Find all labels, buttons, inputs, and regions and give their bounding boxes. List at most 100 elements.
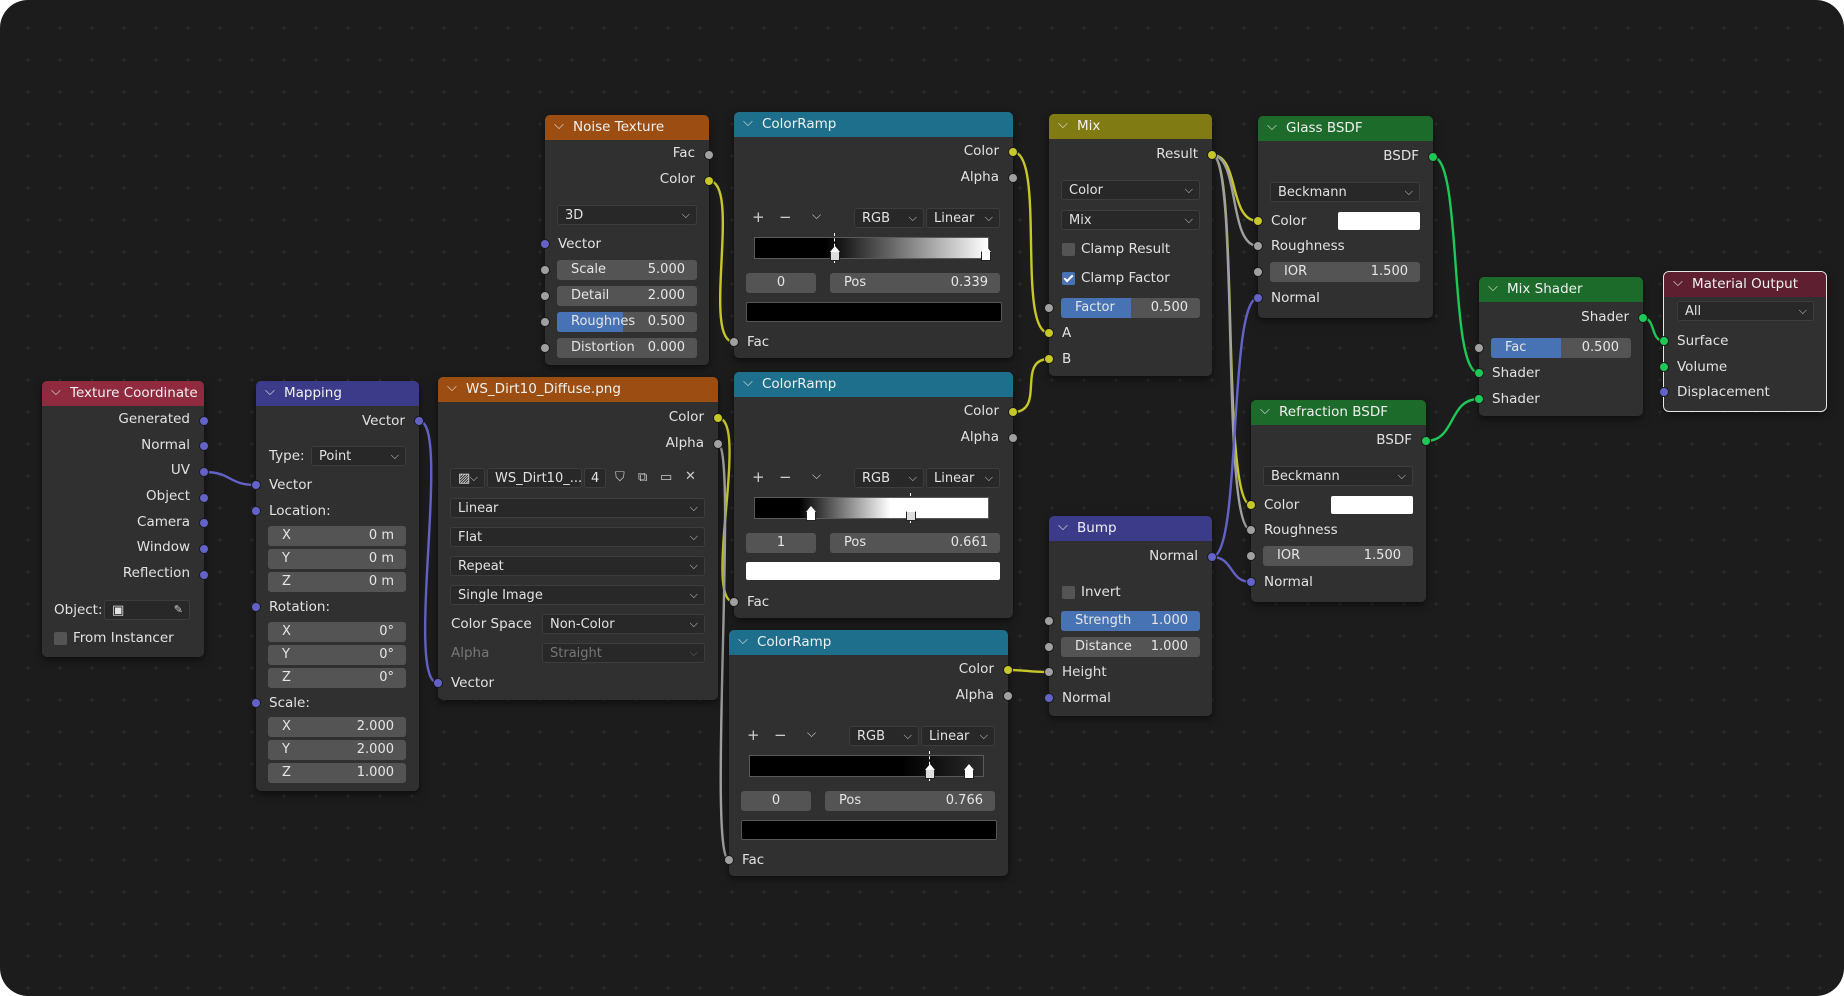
node-header[interactable]: ⌵ WS_Dirt10_Diffuse.png [438,377,718,402]
interpolation-dropdown[interactable]: Linear ⌵ [921,726,995,746]
socket-displacement[interactable] [1659,387,1669,397]
colorramp-node-2[interactable]: ⌵ ColorRamp Color Alpha + − ⌵ RGB ⌵ Linea… [729,372,1018,618]
socket-scale[interactable] [251,698,261,708]
socket-strength[interactable] [1044,616,1054,626]
socket-color[interactable] [1246,500,1256,510]
socket-vector-in[interactable] [433,678,443,688]
node-header[interactable]: ⌵ Noise Texture [545,115,709,140]
projection-dropdown[interactable]: Flat ⌵ [450,527,705,547]
socket-reflection[interactable] [199,570,209,580]
socket-height[interactable] [1044,667,1054,677]
node-editor[interactable]: ⌵ Texture Coordinate Generated Normal UV… [0,0,1844,996]
stop-color-swatch[interactable] [746,562,1000,580]
collapse-chevron-icon[interactable]: ⌵ [1058,519,1068,534]
collapse-chevron-icon[interactable]: ⌵ [738,633,748,648]
invert-checkbox[interactable] [1062,586,1075,599]
interpolation-dropdown[interactable]: Linear ⌵ [926,468,1000,488]
socket-surface[interactable] [1659,336,1669,346]
socket-location[interactable] [251,506,261,516]
strength-field[interactable]: Strength 1.000 [1061,611,1200,631]
collapse-chevron-icon[interactable]: ⌵ [554,118,564,133]
ramp-menu-chevron-icon[interactable]: ⌵ [812,208,821,223]
color-swatch[interactable] [1331,496,1413,514]
socket-bsdf-out[interactable] [1428,152,1438,162]
add-stop-button[interactable]: + [752,208,765,226]
socket-bsdf-out[interactable] [1421,436,1431,446]
socket-color[interactable] [1253,216,1263,226]
collapse-chevron-icon[interactable]: ⌵ [1267,119,1277,134]
socket-generated[interactable] [199,416,209,426]
scale-x-field[interactable]: X 2.000 [268,717,406,737]
refraction-bsdf-node[interactable]: ⌵ Refraction BSDF BSDF Beckmann ⌵ Color R… [1246,400,1431,602]
collapse-chevron-icon[interactable]: ⌵ [51,384,61,399]
color-space-dropdown[interactable]: Non-Color ⌵ [542,614,705,634]
socket-vector-out[interactable] [414,416,424,426]
socket-camera[interactable] [199,518,209,528]
mix-shader-node[interactable]: ⌵ Mix Shader Shader Fac 0.500 Shader Shad… [1474,277,1648,416]
socket-distortion[interactable] [540,343,550,353]
socket-roughness[interactable] [1253,241,1263,251]
socket-fac[interactable] [1474,343,1484,353]
stop-position-field[interactable]: Pos 0.661 [830,533,1000,553]
socket-normal-out[interactable] [1207,552,1217,562]
collapse-chevron-icon[interactable]: ⌵ [743,375,753,390]
image-texture-node[interactable]: ⌵ WS_Dirt10_Diffuse.png Color Alpha ▨ ⌵ W… [433,377,723,700]
socket-fac-in[interactable] [729,337,739,347]
socket-roughness[interactable] [1246,525,1256,535]
node-header[interactable]: ⌵ Glass BSDF [1258,116,1433,141]
object-picker[interactable]: ▣ ✎ [104,600,190,620]
detail-field[interactable]: Detail 2.000 [557,286,697,306]
color-ramp-gradient[interactable] [749,755,984,777]
socket-vector-in[interactable] [540,239,550,249]
scale-y-field[interactable]: Y 2.000 [268,740,406,760]
stop-color-swatch[interactable] [741,820,997,840]
colorramp-node-1[interactable]: ⌵ ColorRamp Color Alpha + − ⌵ RGB ⌵ Linea… [729,112,1018,358]
colorramp-node-3[interactable]: ⌵ ColorRamp Color Alpha + − ⌵ RGB ⌵ Linea… [724,630,1013,876]
socket-detail[interactable] [540,291,550,301]
socket-fac-in[interactable] [724,855,734,865]
scale-z-field[interactable]: Z 1.000 [268,763,406,783]
clamp-factor-checkbox[interactable] [1062,272,1075,285]
socket-color-out[interactable] [713,413,723,423]
collapse-chevron-icon[interactable]: ⌵ [1058,117,1068,132]
rotation-y-field[interactable]: Y 0° [268,645,406,665]
color-swatch[interactable] [1338,212,1420,230]
interpolation-dropdown[interactable]: Linear ⌵ [450,498,705,518]
ior-field[interactable]: IOR 1.500 [1263,546,1413,566]
dimensions-dropdown[interactable]: 3D ⌵ [557,205,697,225]
socket-a[interactable] [1044,328,1054,338]
socket-factor[interactable] [1044,303,1054,313]
rotation-z-field[interactable]: Z 0° [268,668,406,688]
distortion-field[interactable]: Distortion 0.000 [557,338,697,358]
open-folder-icon[interactable]: ▭ [660,470,672,485]
image-name-field[interactable]: WS_Dirt10_... [487,468,582,488]
socket-alpha-out[interactable] [1003,691,1013,701]
scale-field[interactable]: Scale 5.000 [557,260,697,280]
add-stop-button[interactable]: + [747,726,760,744]
socket-distance[interactable] [1044,642,1054,652]
socket-rotation[interactable] [251,602,261,612]
socket-fac-out[interactable] [704,150,714,160]
image-browse-button[interactable]: ▨ ⌵ [450,468,485,488]
color-mode-dropdown[interactable]: RGB ⌵ [849,726,919,746]
stop-index-field[interactable]: 0 [741,791,811,811]
remove-stop-button[interactable]: − [774,726,787,744]
collapse-chevron-icon[interactable]: ⌵ [743,115,753,130]
node-header[interactable]: ⌵ Mix [1049,114,1212,139]
node-header[interactable]: ⌵ Mapping [256,381,419,406]
remove-stop-button[interactable]: − [779,208,792,226]
socket-alpha-out[interactable] [1008,173,1018,183]
socket-color-out[interactable] [1008,147,1018,157]
location-z-field[interactable]: Z0 m [268,572,406,592]
eyedropper-icon[interactable]: ✎ [174,603,183,616]
collapse-chevron-icon[interactable]: ⌵ [447,380,457,395]
mix-node[interactable]: ⌵ Mix Result Color ⌵ Mix ⌵ Clamp Result Cl… [1044,114,1217,376]
ior-field[interactable]: IOR 1.500 [1270,262,1420,282]
node-header[interactable]: ⌵ Bump [1049,516,1212,541]
socket-alpha-out[interactable] [713,439,723,449]
color-ramp-gradient[interactable] [754,497,989,519]
socket-volume[interactable] [1659,362,1669,372]
clamp-result-checkbox[interactable] [1062,243,1075,256]
stop-position-field[interactable]: Pos 0.766 [825,791,995,811]
collapse-chevron-icon[interactable]: ⌵ [265,384,275,399]
